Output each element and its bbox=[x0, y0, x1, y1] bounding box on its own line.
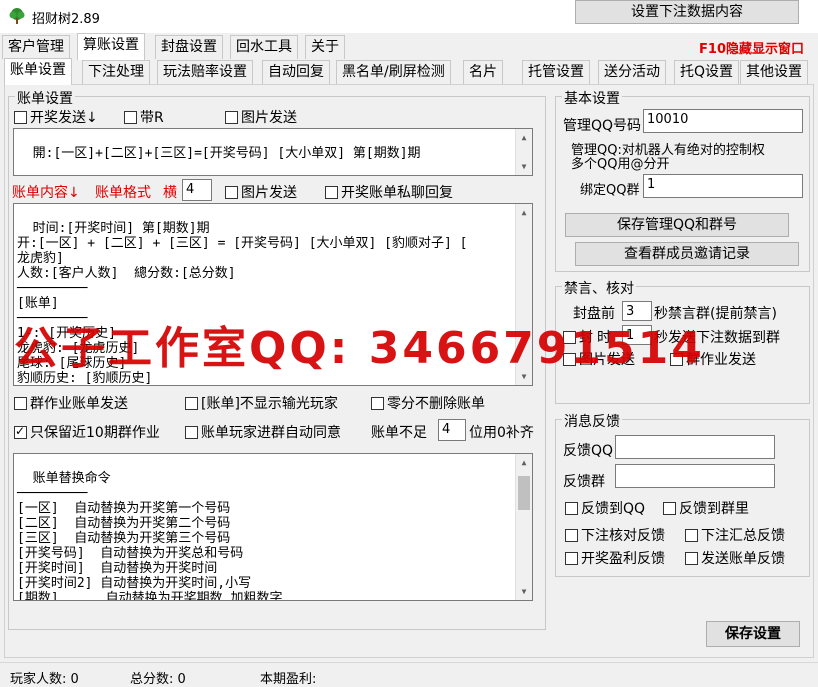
open-template-textarea[interactable]: 開:[一区]+[二区]+[三区]=[开奖号码] [大小单双] 第[期数]期 ▲ ▼ bbox=[13, 128, 533, 176]
bill-format-label: 账单格式 bbox=[95, 185, 151, 201]
tab-close-market[interactable]: 封盘设置 bbox=[155, 35, 223, 59]
hide-window-hint: F10隐藏显示窗口 bbox=[699, 42, 804, 57]
tab-blacklist[interactable]: 黑名单/刷屏检测 bbox=[336, 60, 451, 84]
bill-settings-title: 账单设置 bbox=[15, 88, 75, 108]
view-invite-records-button[interactable]: 查看群成员邀请记录 bbox=[575, 242, 799, 266]
pad-label: 位用0补齐 bbox=[469, 425, 534, 441]
watermark-text: 公子工作室QQ: 3466791514 bbox=[14, 323, 705, 374]
tab-rebate-tools[interactable]: 回水工具 bbox=[230, 35, 298, 59]
sub-tab-strip: 账单设置 下注处理 玩法赔率设置 自动回复 黑名单/刷屏检测 名片 托管设置 送… bbox=[0, 58, 818, 86]
keep-zero-checkbox[interactable]: 零分不删除账单 bbox=[371, 393, 485, 413]
tab-about[interactable]: 关于 bbox=[305, 35, 345, 59]
basic-settings-title: 基本设置 bbox=[562, 88, 622, 108]
tab-auto-reply[interactable]: 自动回复 bbox=[262, 60, 330, 84]
admin-qq-desc-2: 多个QQ用@分开 bbox=[571, 157, 670, 172]
feedback-qq-input[interactable] bbox=[615, 435, 775, 459]
pad-digits-input[interactable]: 4 bbox=[438, 419, 466, 441]
scrollbar[interactable]: ▲ ▼ bbox=[515, 454, 532, 600]
player-count: 玩家人数: 0 bbox=[10, 672, 79, 687]
profit-feedback-checkbox[interactable]: 开奖盈利反馈 bbox=[565, 548, 665, 568]
save-settings-button[interactable]: 保存设置 bbox=[706, 621, 800, 647]
mute-check-title: 禁言、核对 bbox=[562, 278, 636, 298]
feedback-title: 消息反馈 bbox=[562, 411, 622, 431]
set-bet-data-button[interactable]: 设置下注数据内容 bbox=[575, 0, 799, 24]
admin-qq-label: 管理QQ号码 bbox=[563, 118, 642, 134]
horizontal-label: 横 bbox=[163, 185, 177, 201]
open-send-checkbox[interactable]: 开奖发送↓ bbox=[14, 107, 98, 127]
tab-card[interactable]: 名片 bbox=[463, 60, 503, 84]
bind-group-label: 绑定QQ群 bbox=[580, 183, 640, 198]
tab-customer[interactable]: 客户管理 bbox=[2, 35, 70, 59]
with-r-checkbox[interactable]: 带R bbox=[124, 107, 164, 127]
hide-lost-players-checkbox[interactable]: [账单]不显示输光玩家 bbox=[185, 393, 338, 413]
tab-bill-settings[interactable]: 账单设置 bbox=[4, 58, 72, 85]
bet-check-feedback-checkbox[interactable]: 下注核对反馈 bbox=[565, 525, 665, 545]
image-send-checkbox-2[interactable]: 图片发送 bbox=[225, 182, 297, 202]
feedback-group-label: 反馈群 bbox=[563, 474, 605, 490]
group-job-send-checkbox[interactable]: 群作业账单发送 bbox=[14, 393, 128, 413]
horizontal-count-input[interactable]: 4 bbox=[182, 179, 212, 201]
period-profit: 本期盈利: bbox=[260, 672, 317, 687]
keep-10-checkbox[interactable]: 只保留近10期群作业 bbox=[14, 422, 160, 442]
feedback-to-qq-checkbox[interactable]: 反馈到QQ bbox=[565, 498, 645, 518]
tree-icon bbox=[9, 8, 25, 24]
auto-agree-checkbox[interactable]: 账单玩家进群自动同意 bbox=[185, 422, 341, 442]
save-admin-button[interactable]: 保存管理QQ和群号 bbox=[565, 213, 789, 237]
replace-commands-textarea[interactable]: 账单替换命令 ───────── [一区] 自动替换为开奖第一个号码 [二区] … bbox=[13, 453, 533, 601]
short-label: 账单不足 bbox=[371, 425, 427, 441]
private-reply-checkbox[interactable]: 开奖账单私聊回复 bbox=[325, 182, 453, 202]
status-bar: 玩家人数: 0 总分数: 0 本期盈利: bbox=[0, 662, 818, 687]
tab-odds-settings[interactable]: 玩法赔率设置 bbox=[157, 60, 253, 84]
bet-summary-feedback-checkbox[interactable]: 下注汇总反馈 bbox=[685, 525, 785, 545]
admin-qq-input[interactable]: 10010 bbox=[643, 109, 803, 133]
tab-hosting[interactable]: 托管设置 bbox=[522, 60, 590, 84]
feedback-to-group-checkbox[interactable]: 反馈到群里 bbox=[663, 498, 749, 518]
tab-gift-points[interactable]: 送分活动 bbox=[598, 60, 666, 84]
feedback-group-input[interactable] bbox=[615, 464, 775, 488]
main-tab-strip: 客户管理 算账设置 封盘设置 回水工具 关于 bbox=[0, 33, 818, 60]
bill-content-label: 账单内容↓ bbox=[12, 185, 80, 201]
tab-billing[interactable]: 算账设置 bbox=[77, 33, 145, 60]
image-send-checkbox-1[interactable]: 图片发送 bbox=[225, 107, 297, 127]
window-title: 招财树2.89 bbox=[32, 12, 100, 27]
tab-bet-handling[interactable]: 下注处理 bbox=[82, 60, 150, 84]
bind-group-input[interactable]: 1 bbox=[643, 174, 803, 198]
feedback-qq-label: 反馈QQ bbox=[563, 443, 614, 459]
send-bill-feedback-checkbox[interactable]: 发送账单反馈 bbox=[685, 548, 785, 568]
tab-other[interactable]: 其他设置 bbox=[740, 60, 808, 84]
scrollbar[interactable]: ▲ ▼ bbox=[515, 129, 532, 175]
tab-proxy-qq[interactable]: 托Q设置 bbox=[674, 60, 740, 84]
total-score: 总分数: 0 bbox=[130, 672, 186, 687]
